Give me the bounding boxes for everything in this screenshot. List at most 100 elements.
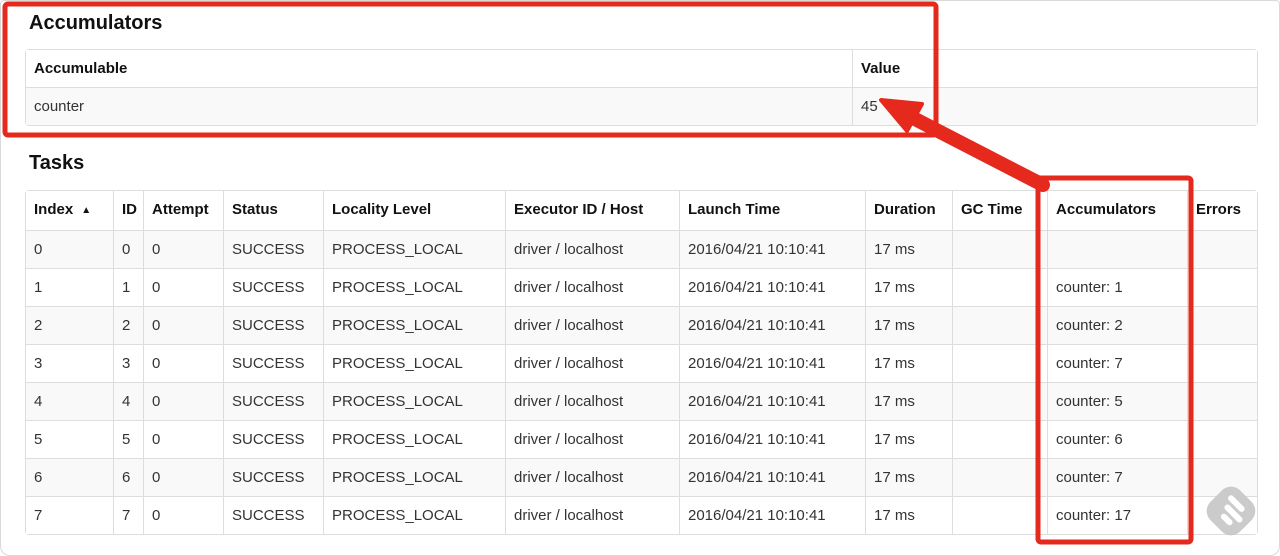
column-header-id[interactable]: ID [113, 191, 143, 230]
cell-index: 2 [26, 306, 113, 344]
spark-ui-stage-page: Accumulators Accumulable Value counter 45 … [0, 0, 1280, 556]
cell-id: 3 [113, 344, 143, 382]
cell-accumulators: counter: 7 [1047, 458, 1187, 496]
cell-status: SUCCESS [223, 268, 323, 306]
column-header-gc-time[interactable]: GC Time [952, 191, 1047, 230]
tasks-section-title: Tasks [29, 152, 85, 174]
cell-errors [1187, 382, 1257, 420]
cell-index: 6 [26, 458, 113, 496]
cell-attempt: 0 [143, 420, 223, 458]
cell-status: SUCCESS [223, 230, 323, 268]
cell-index: 4 [26, 382, 113, 420]
cell-value: 45 [852, 87, 1257, 125]
cell-accumulators: counter: 17 [1047, 496, 1187, 534]
table-row: 1 1 0 SUCCESS PROCESS_LOCAL driver / localhos… [26, 268, 1257, 306]
cell-executor-id-host: driver / localhost [505, 458, 679, 496]
column-header-attempt[interactable]: Attempt [143, 191, 223, 230]
cell-launch-time: 2016/04/21 10:10:41 [679, 230, 865, 268]
cell-id: 6 [113, 458, 143, 496]
cell-executor-id-host: driver / localhost [505, 420, 679, 458]
cell-index: 1 [26, 268, 113, 306]
cell-duration: 17 ms [865, 382, 952, 420]
column-header-status[interactable]: Status [223, 191, 323, 230]
cell-index: 3 [26, 344, 113, 382]
cell-accumulable: counter [26, 87, 852, 125]
cell-status: SUCCESS [223, 420, 323, 458]
cell-id: 5 [113, 420, 143, 458]
cell-attempt: 0 [143, 306, 223, 344]
cell-status: SUCCESS [223, 344, 323, 382]
cell-locality-level: PROCESS_LOCAL [323, 382, 505, 420]
cell-id: 1 [113, 268, 143, 306]
column-header-executor-id-host[interactable]: Executor ID / Host [505, 191, 679, 230]
cell-errors [1187, 268, 1257, 306]
cell-duration: 17 ms [865, 230, 952, 268]
cell-duration: 17 ms [865, 420, 952, 458]
column-header-locality-level[interactable]: Locality Level [323, 191, 505, 230]
accumulators-header-row: Accumulable Value [26, 50, 1257, 87]
table-row: 0 0 0 SUCCESS PROCESS_LOCAL driver / localhos… [26, 230, 1257, 268]
cell-id: 2 [113, 306, 143, 344]
tasks-table-body: 0 0 0 SUCCESS PROCESS_LOCAL driver / localhos… [26, 230, 1257, 534]
cell-id: 7 [113, 496, 143, 534]
cell-status: SUCCESS [223, 458, 323, 496]
cell-id: 0 [113, 230, 143, 268]
accumulators-table-body: counter 45 [26, 87, 1257, 125]
accumulators-section-title: Accumulators [29, 12, 163, 34]
table-row: 7 7 0 SUCCESS PROCESS_LOCAL driver / localhos… [26, 496, 1257, 534]
cell-accumulators: counter: 2 [1047, 306, 1187, 344]
cell-errors [1187, 420, 1257, 458]
table-row: 2 2 0 SUCCESS PROCESS_LOCAL driver / localhos… [26, 306, 1257, 344]
table-row: 4 4 0 SUCCESS PROCESS_LOCAL driver / localhos… [26, 382, 1257, 420]
cell-attempt: 0 [143, 496, 223, 534]
cell-duration: 17 ms [865, 344, 952, 382]
cell-launch-time: 2016/04/21 10:10:41 [679, 496, 865, 534]
cell-gc-time [952, 306, 1047, 344]
cell-accumulators: counter: 7 [1047, 344, 1187, 382]
cell-executor-id-host: driver / localhost [505, 306, 679, 344]
cell-executor-id-host: driver / localhost [505, 344, 679, 382]
cell-attempt: 0 [143, 344, 223, 382]
cell-index: 0 [26, 230, 113, 268]
cell-attempt: 0 [143, 230, 223, 268]
cell-attempt: 0 [143, 268, 223, 306]
cell-errors [1187, 344, 1257, 382]
cell-launch-time: 2016/04/21 10:10:41 [679, 268, 865, 306]
cell-index: 7 [26, 496, 113, 534]
cell-launch-time: 2016/04/21 10:10:41 [679, 458, 865, 496]
cell-locality-level: PROCESS_LOCAL [323, 306, 505, 344]
sort-ascending-icon: ▲ [81, 205, 92, 216]
cell-accumulators: counter: 5 [1047, 382, 1187, 420]
cell-locality-level: PROCESS_LOCAL [323, 458, 505, 496]
table-row: 6 6 0 SUCCESS PROCESS_LOCAL driver / localhos… [26, 458, 1257, 496]
cell-launch-time: 2016/04/21 10:10:41 [679, 382, 865, 420]
cell-status: SUCCESS [223, 496, 323, 534]
cell-locality-level: PROCESS_LOCAL [323, 344, 505, 382]
table-row: counter 45 [26, 87, 1257, 125]
column-header-value: Value [852, 50, 1257, 87]
cell-duration: 17 ms [865, 496, 952, 534]
table-row: 5 5 0 SUCCESS PROCESS_LOCAL driver / localhos… [26, 420, 1257, 458]
cell-launch-time: 2016/04/21 10:10:41 [679, 306, 865, 344]
column-header-accumulators[interactable]: Accumulators [1047, 191, 1187, 230]
column-header-index[interactable]: Index ▲ [26, 191, 113, 230]
cell-gc-time [952, 458, 1047, 496]
tasks-table: Index ▲ ID Attempt Status Locality Level Execu… [25, 190, 1258, 535]
cell-errors [1187, 230, 1257, 268]
cell-accumulators: counter: 1 [1047, 268, 1187, 306]
column-header-errors[interactable]: Errors [1187, 191, 1257, 230]
cell-accumulators [1047, 230, 1187, 268]
cell-gc-time [952, 420, 1047, 458]
cell-locality-level: PROCESS_LOCAL [323, 268, 505, 306]
column-header-duration[interactable]: Duration [865, 191, 952, 230]
column-header-launch-time[interactable]: Launch Time [679, 191, 865, 230]
cell-duration: 17 ms [865, 268, 952, 306]
cell-gc-time [952, 496, 1047, 534]
cell-errors [1187, 306, 1257, 344]
cell-gc-time [952, 268, 1047, 306]
cell-gc-time [952, 344, 1047, 382]
cell-executor-id-host: driver / localhost [505, 496, 679, 534]
cell-index: 5 [26, 420, 113, 458]
cell-attempt: 0 [143, 458, 223, 496]
cell-locality-level: PROCESS_LOCAL [323, 420, 505, 458]
